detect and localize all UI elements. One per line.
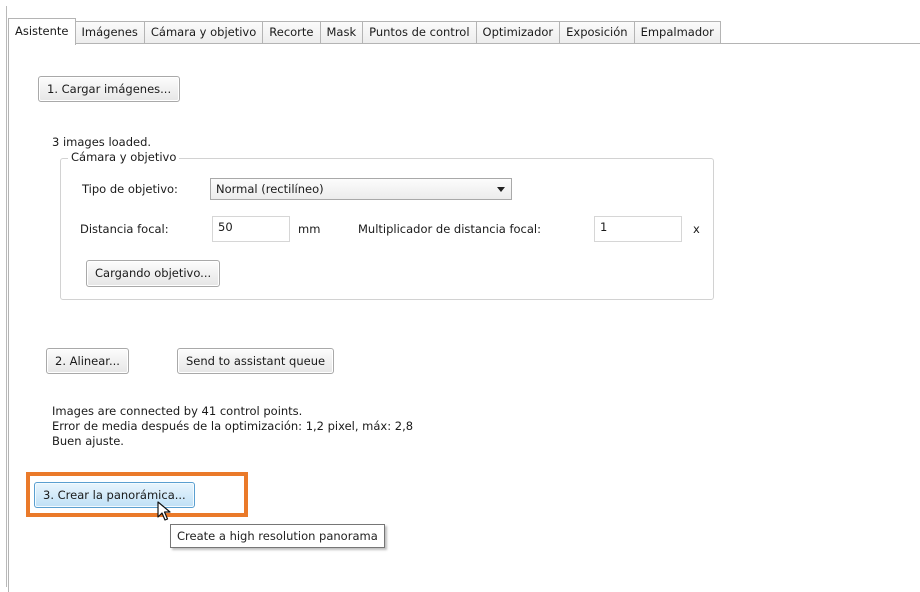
chevron-down-icon (497, 187, 505, 192)
load-images-button[interactable]: 1. Cargar imágenes... (38, 76, 181, 102)
tab-asistente[interactable]: Asistente (8, 18, 76, 45)
tab-bar: Asistente Imágenes Cámara y objetivo Rec… (8, 18, 721, 45)
images-status: 3 images loaded. (52, 135, 152, 149)
camera-lens-group-title: Cámara y objetivo (68, 150, 180, 165)
create-panorama-tooltip: Create a high resolution panorama (170, 524, 385, 548)
load-lens-button[interactable]: Cargando objetivo... (86, 260, 221, 287)
lens-type-label: Tipo de objetivo: (82, 182, 178, 196)
multiplier-unit: x (693, 222, 700, 236)
multiplier-label: Multiplicador de distancia focal: (358, 222, 541, 236)
hugin-window: Asistente Imágenes Cámara y objetivo Rec… (0, 0, 920, 592)
focal-length-field[interactable]: 50 (212, 216, 290, 242)
tab-recorte[interactable]: Recorte (263, 21, 321, 44)
highlight-box (26, 472, 248, 517)
window-edge (6, 6, 7, 587)
tab-exposicion[interactable]: Exposición (560, 21, 635, 44)
lens-type-value: Normal (rectilíneo) (216, 182, 324, 196)
mouse-pointer-icon (157, 501, 171, 521)
send-to-queue-button[interactable]: Send to assistant queue (177, 348, 335, 374)
result-line-fit: Buen ajuste. (52, 434, 124, 448)
result-line-connections: Images are connected by 41 control point… (52, 404, 303, 418)
tab-empalmador[interactable]: Empalmador (634, 21, 721, 44)
result-line-error: Error de media después de la optimizació… (52, 419, 414, 433)
align-button[interactable]: 2. Alinear... (46, 348, 129, 374)
tab-camara-objetivo[interactable]: Cámara y objetivo (144, 21, 264, 44)
multiplier-field[interactable]: 1 (594, 216, 682, 242)
tab-imagenes[interactable]: Imágenes (75, 21, 145, 44)
lens-type-select[interactable]: Normal (rectilíneo) (210, 178, 512, 200)
focal-length-label: Distancia focal: (80, 222, 169, 236)
tab-optimizador[interactable]: Optimizador (476, 21, 561, 44)
tab-mask[interactable]: Mask (320, 21, 364, 44)
tab-puntos-control[interactable]: Puntos de control (363, 21, 477, 44)
focal-length-unit: mm (298, 222, 321, 236)
